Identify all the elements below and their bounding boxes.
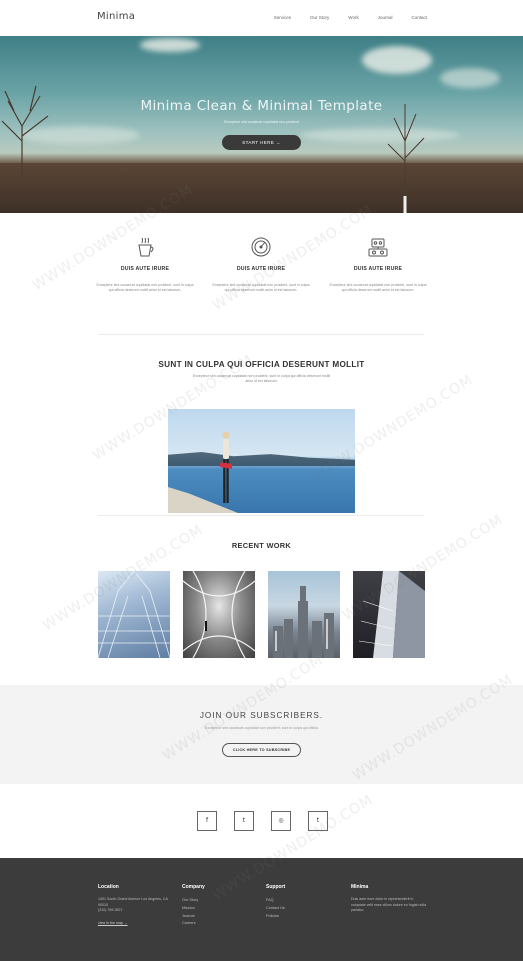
work-thumbnail[interactable] xyxy=(268,571,340,658)
footer-link[interactable]: Our Story xyxy=(182,897,262,905)
feature-item: DUIS AUTE IRURE Excepteur sint occaecat … xyxy=(90,236,200,293)
nav-work[interactable]: Work xyxy=(348,15,358,20)
footer-heading: Support xyxy=(266,884,286,890)
nav-journal[interactable]: Journal xyxy=(378,15,393,20)
section-text: Excepteur sint occaecat cupidatat non pr… xyxy=(192,374,331,383)
nav-services[interactable]: Services xyxy=(274,15,291,20)
hero-subtitle: Excepteur sint occaecat cupidatat non pr… xyxy=(224,120,299,124)
footer-heading: Company xyxy=(182,884,205,890)
features-row: DUIS AUTE IRURE Excepteur sint occaecat … xyxy=(90,236,433,314)
site-header: Minima Services Our Story Work Journal C… xyxy=(0,0,523,36)
footer-link[interactable]: Contact Us xyxy=(266,905,346,913)
feature-item: DUIS AUTE IRURE Excepteur sint occaecat … xyxy=(323,236,433,293)
footer-heading: Minima xyxy=(351,884,369,890)
footer-link[interactable]: Policies xyxy=(266,913,346,921)
section-divider xyxy=(98,515,424,516)
subscribe-title: JOIN OUR SUBSCRIBERS. xyxy=(199,711,324,720)
work-thumbnail-art xyxy=(358,571,425,658)
hero-cloud xyxy=(362,46,432,74)
work-thumbnail-art xyxy=(183,571,255,658)
coffee-cup-icon xyxy=(138,237,154,257)
feature-item: DUIS AUTE IRURE Excepteur sint occaecat … xyxy=(206,236,316,293)
footer-heading: Location xyxy=(98,884,119,890)
photo-person xyxy=(220,431,232,503)
hero-banner: Minima Clean & Minimal Template Excepteu… xyxy=(0,36,523,213)
subscribe-section: JOIN OUR SUBSCRIBERS. Excepteur sint occ… xyxy=(0,685,523,784)
subscribe-button[interactable]: CLICK HERE TO SUBSCRIBE xyxy=(222,743,301,757)
nav-our-story[interactable]: Our Story xyxy=(310,15,329,20)
footer-link[interactable]: FAQ xyxy=(266,897,346,905)
feature-text: Excepteur sint occaecat cupidatat non pr… xyxy=(96,283,194,292)
hero-ground xyxy=(0,163,523,213)
footer-link[interactable]: Journal xyxy=(182,913,262,921)
photo-hills xyxy=(168,452,355,466)
feature-title: DUIS AUTE IRURE xyxy=(353,266,403,272)
subscribe-text: Excepteur sint occaecat cupidatat non pr… xyxy=(204,726,318,730)
feature-title: DUIS AUTE IRURE xyxy=(236,266,286,272)
footer-company: Company Our Story Mission Journal Career… xyxy=(182,884,262,928)
map-link[interactable]: view in the map → xyxy=(98,921,178,925)
feature-photo xyxy=(168,409,355,513)
work-thumbnail[interactable] xyxy=(353,571,425,658)
footer-support: Support FAQ Contact Us Policies xyxy=(266,884,346,920)
work-thumbnail[interactable] xyxy=(183,571,255,658)
start-here-button[interactable]: START HERE → xyxy=(222,135,301,150)
footer-link[interactable]: Mission xyxy=(182,905,262,913)
instagram-icon[interactable]: ◎ xyxy=(271,811,291,831)
footer-about-text: Duis aute irure dolor in reprehenderit i… xyxy=(351,897,427,912)
section-divider xyxy=(98,334,424,335)
feature-text: Excepteur sint occaecat cupidatat non pr… xyxy=(329,283,427,292)
facebook-icon[interactable]: f xyxy=(197,811,217,831)
speedometer-icon xyxy=(251,237,271,257)
work-thumbnail[interactable] xyxy=(98,571,170,658)
site-footer: Location 1401 South Grand Avenue Los Ang… xyxy=(0,858,523,961)
footer-minima: Minima Duis aute irure dolor in reprehen… xyxy=(351,884,427,914)
hero-title: Minima Clean & Minimal Template xyxy=(140,98,383,114)
site-logo[interactable]: Minima xyxy=(97,11,135,22)
hero-cloud xyxy=(140,38,200,52)
recent-work-grid xyxy=(98,571,425,658)
footer-link[interactable]: Careers xyxy=(182,920,262,928)
tumblr-icon[interactable]: t xyxy=(308,811,328,831)
work-thumbnail-art xyxy=(273,586,334,658)
section-title: SUNT IN CULPA QUI OFFICIA DESERUNT MOLLI… xyxy=(158,360,365,369)
footer-address: 1401 South Grand Avenue Los Angeles, CA … xyxy=(98,897,168,907)
hero-cloud xyxy=(440,68,500,88)
main-nav: Services Our Story Work Journal Contact xyxy=(274,15,427,20)
work-thumbnail-art xyxy=(98,571,170,658)
nav-contact[interactable]: Contact xyxy=(411,15,427,20)
feature-text: Excepteur sint occaecat cupidatat non pr… xyxy=(212,283,310,292)
footer-location: Location 1401 South Grand Avenue Los Ang… xyxy=(98,884,178,925)
social-links: f t ◎ t xyxy=(197,811,328,831)
feature-title: DUIS AUTE IRURE xyxy=(120,266,170,272)
robot-icon xyxy=(368,238,388,257)
twitter-icon[interactable]: t xyxy=(234,811,254,831)
recent-work-title: RECENT WORK xyxy=(231,541,292,550)
footer-phone: (310) 789-9871 xyxy=(98,908,123,912)
